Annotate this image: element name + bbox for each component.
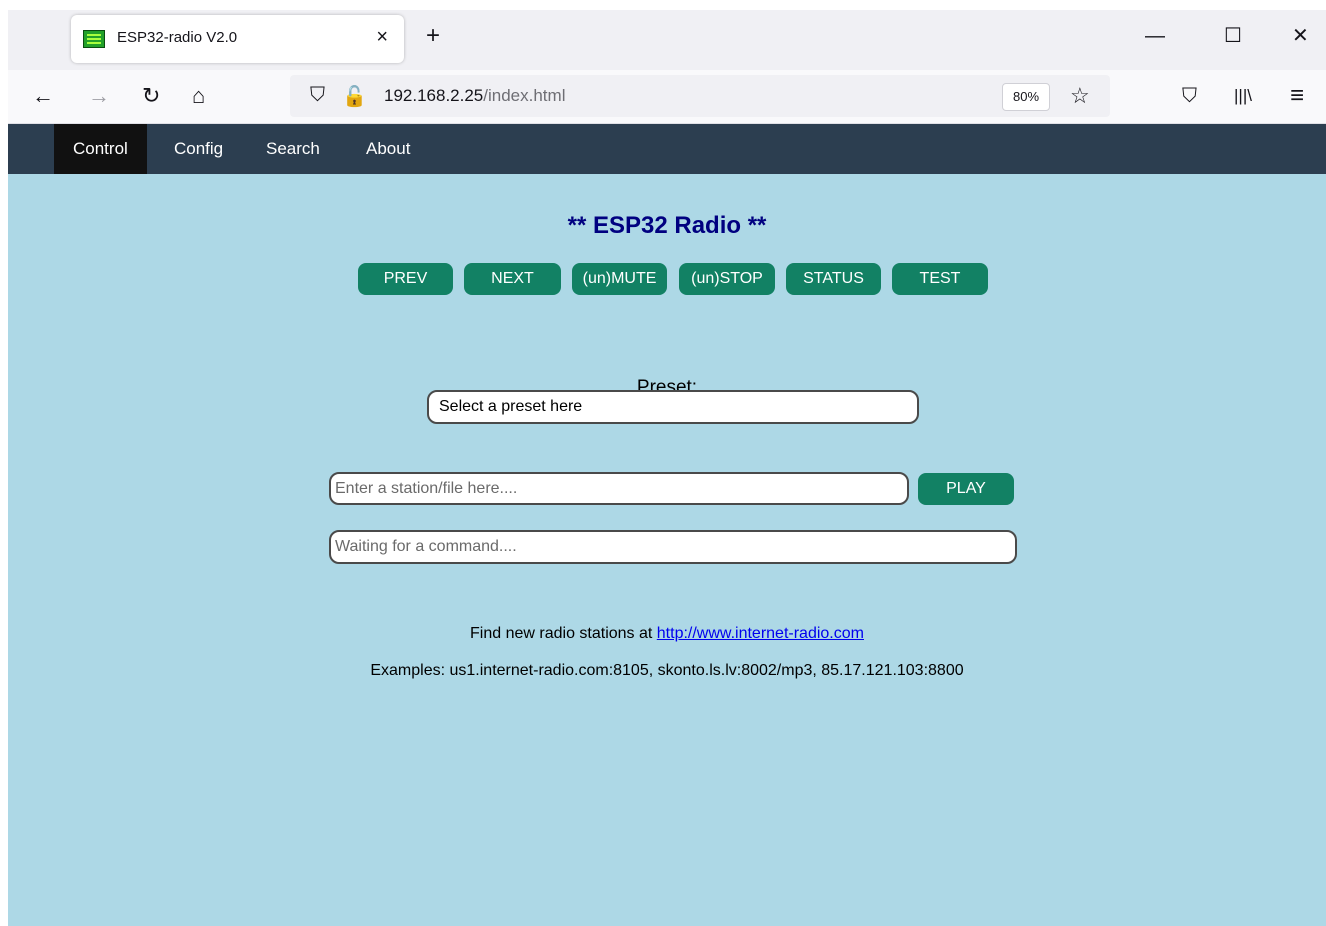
url-bar[interactable]: ⛉ 🔓 192.168.2.25/index.html 80% ☆ [290, 75, 1110, 117]
url-path: /index.html [483, 86, 566, 105]
find-text: Find new radio stations at [470, 625, 657, 642]
status-output: Waiting for a command.... [329, 530, 1017, 564]
library-icon[interactable]: |||\ [1234, 83, 1252, 109]
forward-icon[interactable]: → [88, 83, 110, 109]
next-button[interactable]: NEXT [464, 263, 561, 295]
radio-favicon-icon [83, 30, 105, 48]
preset-select[interactable]: Select a preset here [427, 390, 919, 424]
close-window-icon[interactable]: ✕ [1292, 26, 1309, 46]
new-tab-icon[interactable]: + [426, 24, 440, 48]
play-button[interactable]: PLAY [918, 473, 1014, 505]
url-host: 192.168.2.25 [384, 86, 484, 105]
page-title: ** ESP32 Radio ** [567, 212, 767, 239]
minimize-icon[interactable]: — [1145, 26, 1165, 46]
browser-toolbar: ← → ↻ ⌂ ⛉ 🔓 192.168.2.25/index.html 80% … [8, 70, 1326, 124]
test-button[interactable]: TEST [892, 263, 988, 295]
home-icon[interactable]: ⌂ [192, 83, 205, 109]
internet-radio-link[interactable]: http://www.internet-radio.com [657, 625, 864, 642]
nav-control[interactable]: Control [54, 124, 147, 174]
url-text: 192.168.2.25/index.html [384, 86, 565, 106]
tab-title: ESP32-radio V2.0 [117, 29, 238, 46]
nav-config[interactable]: Config [155, 124, 242, 174]
browser-window: ESP32-radio V2.0 × + — ☐ ✕ ← → ↻ ⌂ ⛉ 🔓 1… [8, 10, 1326, 926]
zoom-level-button[interactable]: 80% [1002, 83, 1050, 111]
mute-button[interactable]: (un)MUTE [572, 263, 667, 295]
find-stations-text: Find new radio stations at http://www.in… [8, 625, 1326, 643]
tab-strip: ESP32-radio V2.0 × + — ☐ ✕ [8, 10, 1326, 70]
nav-search[interactable]: Search [247, 124, 339, 174]
shield-icon[interactable]: ⛉ [310, 84, 325, 107]
menu-icon[interactable]: ≡ [1290, 83, 1304, 109]
browser-tab[interactable]: ESP32-radio V2.0 × [71, 15, 404, 63]
nav-about[interactable]: About [347, 124, 429, 174]
status-button[interactable]: STATUS [786, 263, 881, 295]
maximize-icon[interactable]: ☐ [1224, 26, 1242, 46]
station-input[interactable]: Enter a station/file here.... [329, 472, 909, 505]
pocket-icon[interactable]: ⛉ [1182, 83, 1197, 109]
prev-button[interactable]: PREV [358, 263, 453, 295]
top-navbar: Control Config Search About [8, 124, 1326, 174]
stop-button[interactable]: (un)STOP [679, 263, 775, 295]
back-icon[interactable]: ← [32, 83, 54, 109]
bookmark-star-icon[interactable]: ☆ [1070, 83, 1090, 109]
page-content: Control Config Search About ** ESP32 Rad… [8, 124, 1326, 926]
examples-text: Examples: us1.internet-radio.com:8105, s… [370, 662, 964, 679]
reload-icon[interactable]: ↻ [142, 83, 160, 109]
insecure-lock-icon[interactable]: 🔓 [342, 84, 367, 109]
close-tab-icon[interactable]: × [376, 26, 388, 49]
